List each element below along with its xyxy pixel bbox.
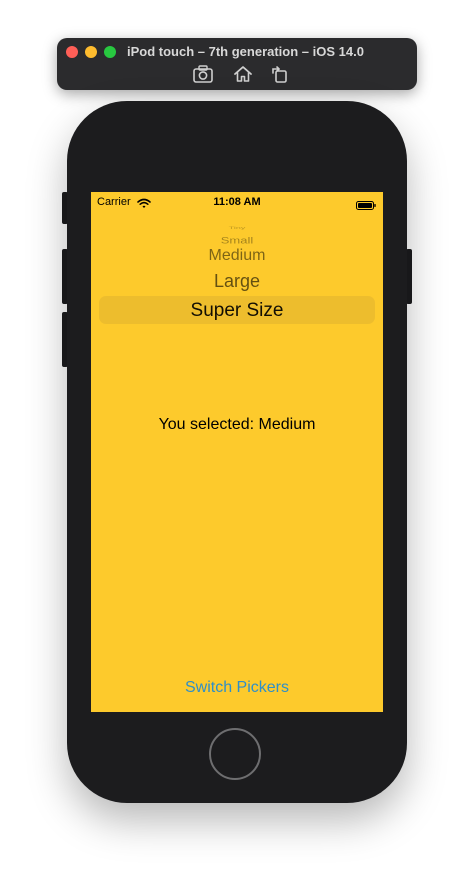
home-button[interactable] (209, 728, 261, 780)
window-close-button[interactable] (66, 46, 78, 58)
simulator-toolbar (57, 64, 417, 86)
battery-icon (356, 197, 376, 210)
home-icon[interactable] (232, 64, 254, 84)
simulator-title-bar: iPod touch – 7th generation – iOS 14.0 (57, 38, 417, 90)
picker-option-small[interactable]: Small (91, 235, 383, 246)
picker-option-tiny[interactable]: Tiny (91, 226, 383, 230)
selection-result-label: You selected: Medium (158, 416, 316, 433)
rotate-icon[interactable] (269, 64, 291, 84)
stage: iPod touch – 7th generation – iOS 14.0 C… (0, 0, 474, 880)
status-bar: Carrier 11:08 AM (91, 192, 383, 212)
switch-pickers-button[interactable]: Switch Pickers (91, 679, 383, 697)
status-time: 11:08 AM (213, 196, 261, 208)
screenshot-icon[interactable] (192, 64, 214, 84)
picker-option-super-size[interactable]: Super Size (91, 300, 383, 322)
device-screen: Carrier 11:08 AM Tiny Small Medium Large… (91, 192, 383, 712)
window-minimize-button[interactable] (85, 46, 97, 58)
size-picker[interactable]: Tiny Small Medium Large Super Size (91, 222, 383, 332)
window-zoom-button[interactable] (104, 46, 116, 58)
simulator-title: iPod touch – 7th generation – iOS 14.0 (127, 44, 364, 59)
picker-option-medium[interactable]: Medium (91, 247, 383, 265)
picker-option-large[interactable]: Large (91, 271, 383, 292)
